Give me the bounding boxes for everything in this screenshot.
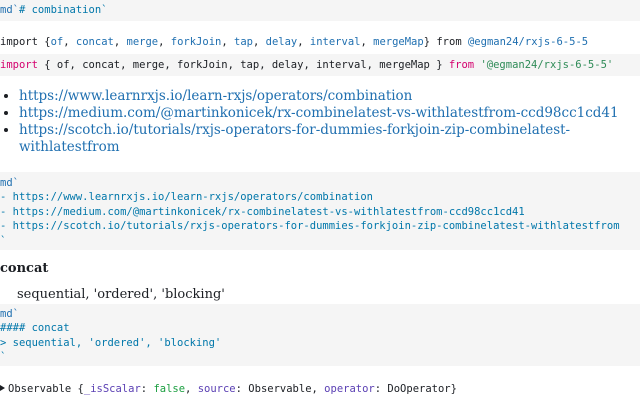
prop-key: source [197, 383, 236, 395]
concat-source-cell[interactable]: md` #### concat > sequential, 'ordered',… [0, 304, 640, 366]
import-name: merge [126, 36, 159, 48]
object-type: Observable [8, 383, 72, 395]
import-keyword: import [0, 59, 38, 71]
code-line: #### concat [0, 322, 70, 335]
code-block: md` - https://www.learnrxjs.io/learn-rxj… [0, 176, 620, 248]
expand-caret-icon[interactable] [0, 385, 5, 391]
import-name: concat [75, 36, 114, 48]
md-tag: md` [0, 308, 19, 320]
list-item: https://www.learnrxjs.io/learn-rxjs/oper… [19, 88, 620, 105]
md-tag: md` [0, 4, 19, 16]
import-name: forkJoin [170, 36, 222, 48]
import-name: interval [309, 36, 361, 48]
link-medium[interactable]: https://medium.com/@martinkonicek/rx-com… [19, 105, 619, 121]
prop-value: Observable [248, 383, 312, 395]
prop-key: operator [324, 383, 375, 395]
list-item: https://scotch.io/tutorials/rxjs-operato… [19, 122, 620, 156]
import-output[interactable]: import {of, concat, merge, forkJoin, tap… [0, 35, 588, 49]
markdown-source-cell[interactable]: md`# combination` [0, 0, 640, 21]
import-name: tap [234, 36, 253, 48]
package-string: '@egman24/rxjs-6-5-5' [474, 59, 614, 71]
md-text: # combination` [18, 4, 108, 16]
section-heading: concat [0, 261, 49, 276]
md-end: ` [0, 351, 7, 364]
code-line: md`# combination` [0, 4, 107, 16]
prop-value: false [153, 383, 186, 395]
prop-key: _isScalar [83, 383, 141, 395]
code-line: > sequential, 'ordered', 'blocking' [0, 336, 222, 349]
prop-value: DoOperator [387, 383, 451, 395]
list-item: https://medium.com/@martinkonicek/rx-com… [19, 105, 620, 122]
observable-inspector[interactable]: Observable {_isScalar: false, source: Ob… [0, 382, 457, 396]
links-source-cell[interactable]: md` - https://www.learnrxjs.io/learn-rxj… [0, 172, 640, 250]
section-quote: sequential, 'ordered', 'blocking' [17, 287, 225, 302]
import-name: of [50, 36, 64, 48]
code-line: - https://scotch.io/tutorials/rxjs-opera… [0, 220, 620, 233]
link-learnrxjs[interactable]: https://www.learnrxjs.io/learn-rxjs/oper… [19, 88, 412, 104]
md-tag: md` [0, 177, 19, 189]
links-output: https://www.learnrxjs.io/learn-rxjs/oper… [0, 88, 620, 156]
link-list: https://www.learnrxjs.io/learn-rxjs/oper… [0, 88, 620, 156]
code-line: import { of, concat, merge, forkJoin, ta… [0, 59, 614, 71]
md-end: ` [0, 234, 7, 247]
code-block: md` #### concat > sequential, 'ordered',… [0, 307, 221, 365]
import-keyword: import [0, 36, 38, 48]
package-link[interactable]: @egman24/rxjs-6-5-5 [468, 36, 588, 48]
code-line: - https://medium.com/@martinkonicek/rx-c… [0, 205, 525, 218]
from-keyword: from [448, 59, 475, 71]
import-name: mergeMap [373, 36, 424, 48]
from-keyword: from [436, 36, 462, 48]
link-scotch[interactable]: https://scotch.io/tutorials/rxjs-operato… [19, 122, 570, 155]
import-source-cell[interactable]: import { of, concat, merge, forkJoin, ta… [0, 54, 640, 76]
import-name: delay [265, 36, 298, 48]
code-line: - https://www.learnrxjs.io/learn-rxjs/op… [0, 191, 373, 204]
